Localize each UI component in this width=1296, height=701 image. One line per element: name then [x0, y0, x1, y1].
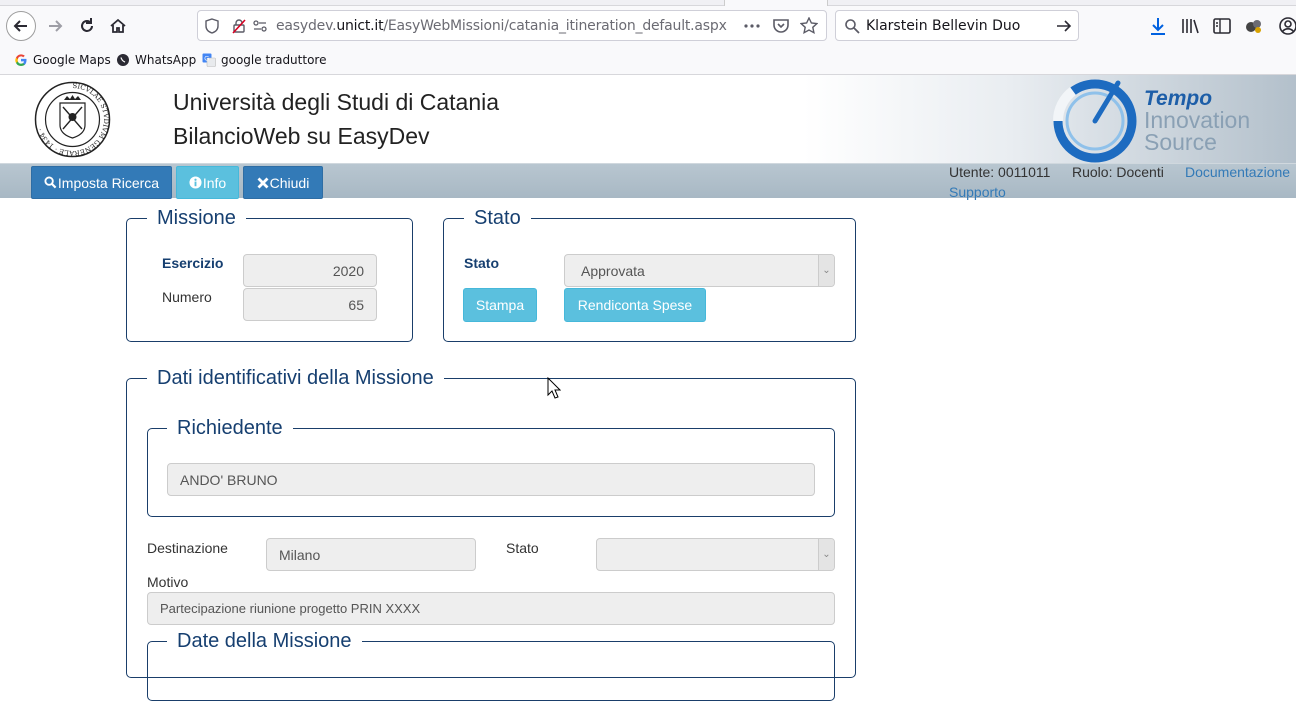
insecure-lock-icon[interactable]	[231, 18, 247, 34]
user-id: Utente: 0011011	[949, 164, 1051, 180]
user-role: Ruolo: Docenti	[1072, 164, 1164, 180]
numero-field[interactable]: 65	[243, 288, 377, 321]
home-icon	[110, 18, 126, 33]
svg-text:G: G	[204, 56, 209, 63]
search-settings-button[interactable]: Imposta Ricerca	[31, 166, 172, 199]
logo-line-innovation: Innovation	[1144, 107, 1251, 133]
back-button[interactable]	[6, 11, 36, 41]
shield-icon[interactable]	[204, 18, 220, 34]
logo-line-source: Source	[1144, 129, 1217, 155]
search-icon	[44, 176, 57, 189]
reload-icon	[81, 18, 93, 32]
missione-legend: Missione	[147, 207, 246, 230]
chevron-down-icon: ⌄	[818, 255, 834, 286]
library-icon[interactable]	[1180, 16, 1200, 36]
info-button[interactable]: Info	[176, 166, 239, 199]
documentation-link[interactable]: Documentazione	[1185, 164, 1290, 180]
richiedente-legend: Richiedente	[167, 417, 293, 440]
support-link[interactable]: Supporto	[949, 184, 1006, 200]
tempo-logo-icon	[1052, 79, 1137, 163]
url-bar[interactable]: easydev.unict.it/EasyWebMissioni/catania…	[197, 10, 827, 41]
motivo-field[interactable]: Partecipazione riunione progetto PRIN XX…	[147, 592, 835, 625]
search-icon	[845, 19, 860, 34]
close-icon	[257, 177, 269, 188]
info-icon	[189, 176, 202, 189]
dati-identificativi-legend: Dati identificativi della Missione	[147, 367, 444, 390]
translate-icon: G	[202, 53, 216, 67]
destinazione-label: Destinazione	[147, 540, 228, 556]
search-text[interactable]: Klarstein Bellevin Duo	[866, 18, 1020, 34]
home-button[interactable]	[103, 11, 133, 41]
arrow-left-icon	[13, 20, 27, 32]
go-arrow-icon[interactable]	[1056, 18, 1072, 34]
bookmark-label: WhatsApp	[135, 53, 197, 67]
bookmark-whatsapp[interactable]: WhatsApp	[116, 53, 196, 67]
university-seal-logo: SICVLAE STVDIVM GENERALE · 1434 ·	[34, 81, 111, 158]
more-actions-icon[interactable]	[743, 17, 761, 35]
date-missione-legend: Date della Missione	[167, 630, 362, 653]
forward-button[interactable]	[40, 11, 70, 41]
sidebar-icon[interactable]	[1212, 16, 1232, 36]
url-text[interactable]: easydev.unict.it/EasyWebMissioni/catania…	[276, 18, 727, 34]
richiedente-field[interactable]: ANDO' BRUNO	[167, 463, 815, 496]
arrow-right-icon	[49, 20, 63, 32]
expenses-report-button[interactable]: Rendiconta Spese	[564, 288, 706, 322]
stato-legend: Stato	[464, 207, 531, 230]
destinazione-field[interactable]: Milano	[266, 538, 476, 571]
print-button[interactable]: Stampa	[463, 288, 537, 322]
search-settings-label: Imposta Ricerca	[57, 174, 160, 191]
page-header: SICVLAE STVDIVM GENERALE · 1434 · Univer…	[0, 75, 1296, 163]
extension-icon[interactable]	[1244, 16, 1264, 36]
info-label: Info	[202, 174, 227, 191]
numero-label: Numero	[162, 289, 212, 305]
close-label: Chiudi	[269, 174, 310, 191]
bookmarks-bar: Google Maps WhatsApp G google traduttore	[0, 46, 1296, 75]
destination-stato-select[interactable]: ⌄	[596, 538, 835, 571]
mouse-cursor-icon	[547, 377, 561, 399]
reload-button[interactable]	[72, 11, 102, 41]
esercizio-label: Esercizio	[162, 255, 224, 271]
permissions-icon[interactable]	[252, 18, 268, 34]
bookmark-label: Google Maps	[33, 53, 111, 67]
university-title: Università degli Studi di Catania	[173, 89, 500, 115]
bookmark-star-icon[interactable]	[800, 17, 818, 35]
destination-stato-label: Stato	[506, 540, 539, 556]
esercizio-field[interactable]: 2020	[243, 254, 377, 287]
close-button[interactable]: Chiudi	[243, 166, 323, 199]
browser-toolbar: easydev.unict.it/EasyWebMissioni/catania…	[0, 6, 1296, 46]
chevron-down-icon: ⌄	[818, 539, 834, 570]
motivo-label: Motivo	[147, 574, 189, 590]
account-icon[interactable]	[1278, 16, 1296, 36]
pocket-icon[interactable]	[772, 17, 790, 35]
bookmark-label: google traduttore	[221, 53, 327, 67]
whatsapp-icon	[117, 54, 129, 66]
stato-select[interactable]: Approvata ⌄	[564, 254, 835, 287]
bookmark-google-maps[interactable]: Google Maps	[14, 53, 111, 67]
app-subtitle: BilancioWeb su EasyDev	[173, 123, 430, 149]
download-icon[interactable]	[1148, 16, 1168, 36]
bookmark-google-translate[interactable]: G google traduttore	[202, 53, 326, 67]
search-bar[interactable]: Klarstein Bellevin Duo	[835, 10, 1079, 41]
tempo-logo-subtitle: Innovation Source	[1144, 107, 1251, 155]
stato-label: Stato	[464, 255, 499, 271]
stato-select-value: Approvata	[581, 262, 645, 279]
google-icon	[15, 54, 27, 66]
